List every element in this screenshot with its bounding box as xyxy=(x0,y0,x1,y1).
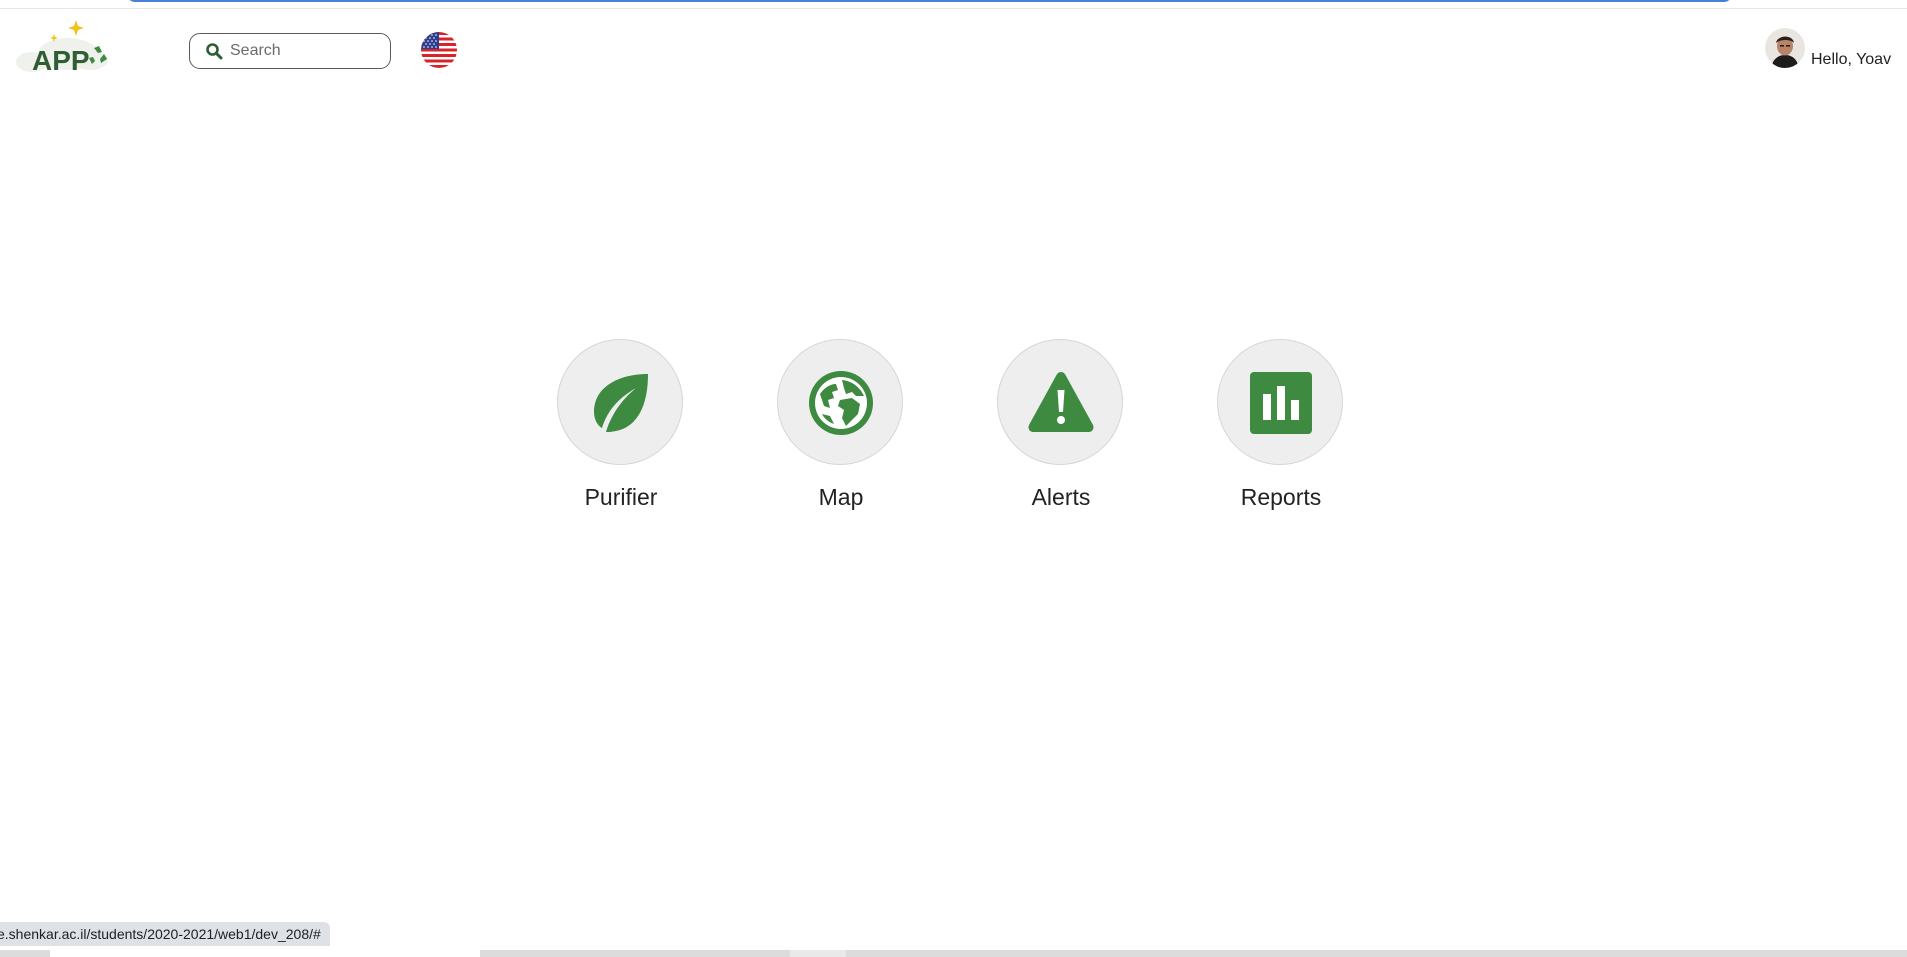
tile-alerts-label: Alerts xyxy=(1031,484,1091,510)
status-url: e.shenkar.ac.il/students/2020-2021/web1/… xyxy=(0,926,321,942)
link-status-bar: e.shenkar.ac.il/students/2020-2021/web1/… xyxy=(0,922,330,946)
tile-reports-circle[interactable] xyxy=(1217,339,1343,465)
horizontal-scrollbar[interactable] xyxy=(0,950,1907,957)
search-input[interactable] xyxy=(230,38,380,64)
app-logo[interactable]: APP xyxy=(10,20,115,76)
tile-purifier-label: Purifier xyxy=(584,484,658,510)
logo-text: APP xyxy=(32,45,90,76)
main-navigation: Purifier Map Alerts Reports xyxy=(556,338,1346,518)
scrollbar-segment xyxy=(790,950,846,957)
warning-icon xyxy=(1028,372,1094,432)
focus-outline xyxy=(127,0,1732,2)
tile-reports[interactable]: Reports xyxy=(1216,338,1346,518)
us-flag-icon[interactable] xyxy=(421,32,457,68)
tile-reports-label: Reports xyxy=(1240,484,1322,510)
search-box[interactable] xyxy=(189,33,391,69)
tile-purifier[interactable]: Purifier xyxy=(556,338,686,518)
scrollbar-thumb[interactable] xyxy=(50,950,480,957)
user-greeting: Hello, Yoav xyxy=(1811,51,1892,68)
tile-map-circle[interactable] xyxy=(777,339,903,465)
tile-purifier-circle[interactable] xyxy=(557,339,683,465)
tile-alerts[interactable]: Alerts xyxy=(996,338,1126,518)
tile-alerts-circle[interactable] xyxy=(997,339,1123,465)
tile-map[interactable]: Map xyxy=(776,338,906,518)
top-divider xyxy=(0,8,1907,9)
tile-map-label: Map xyxy=(818,484,864,510)
bar-chart-icon xyxy=(1250,372,1312,434)
user-avatar[interactable] xyxy=(1765,28,1805,68)
globe-icon xyxy=(809,371,873,435)
leaf-icon xyxy=(594,374,648,432)
search-icon xyxy=(206,43,223,60)
